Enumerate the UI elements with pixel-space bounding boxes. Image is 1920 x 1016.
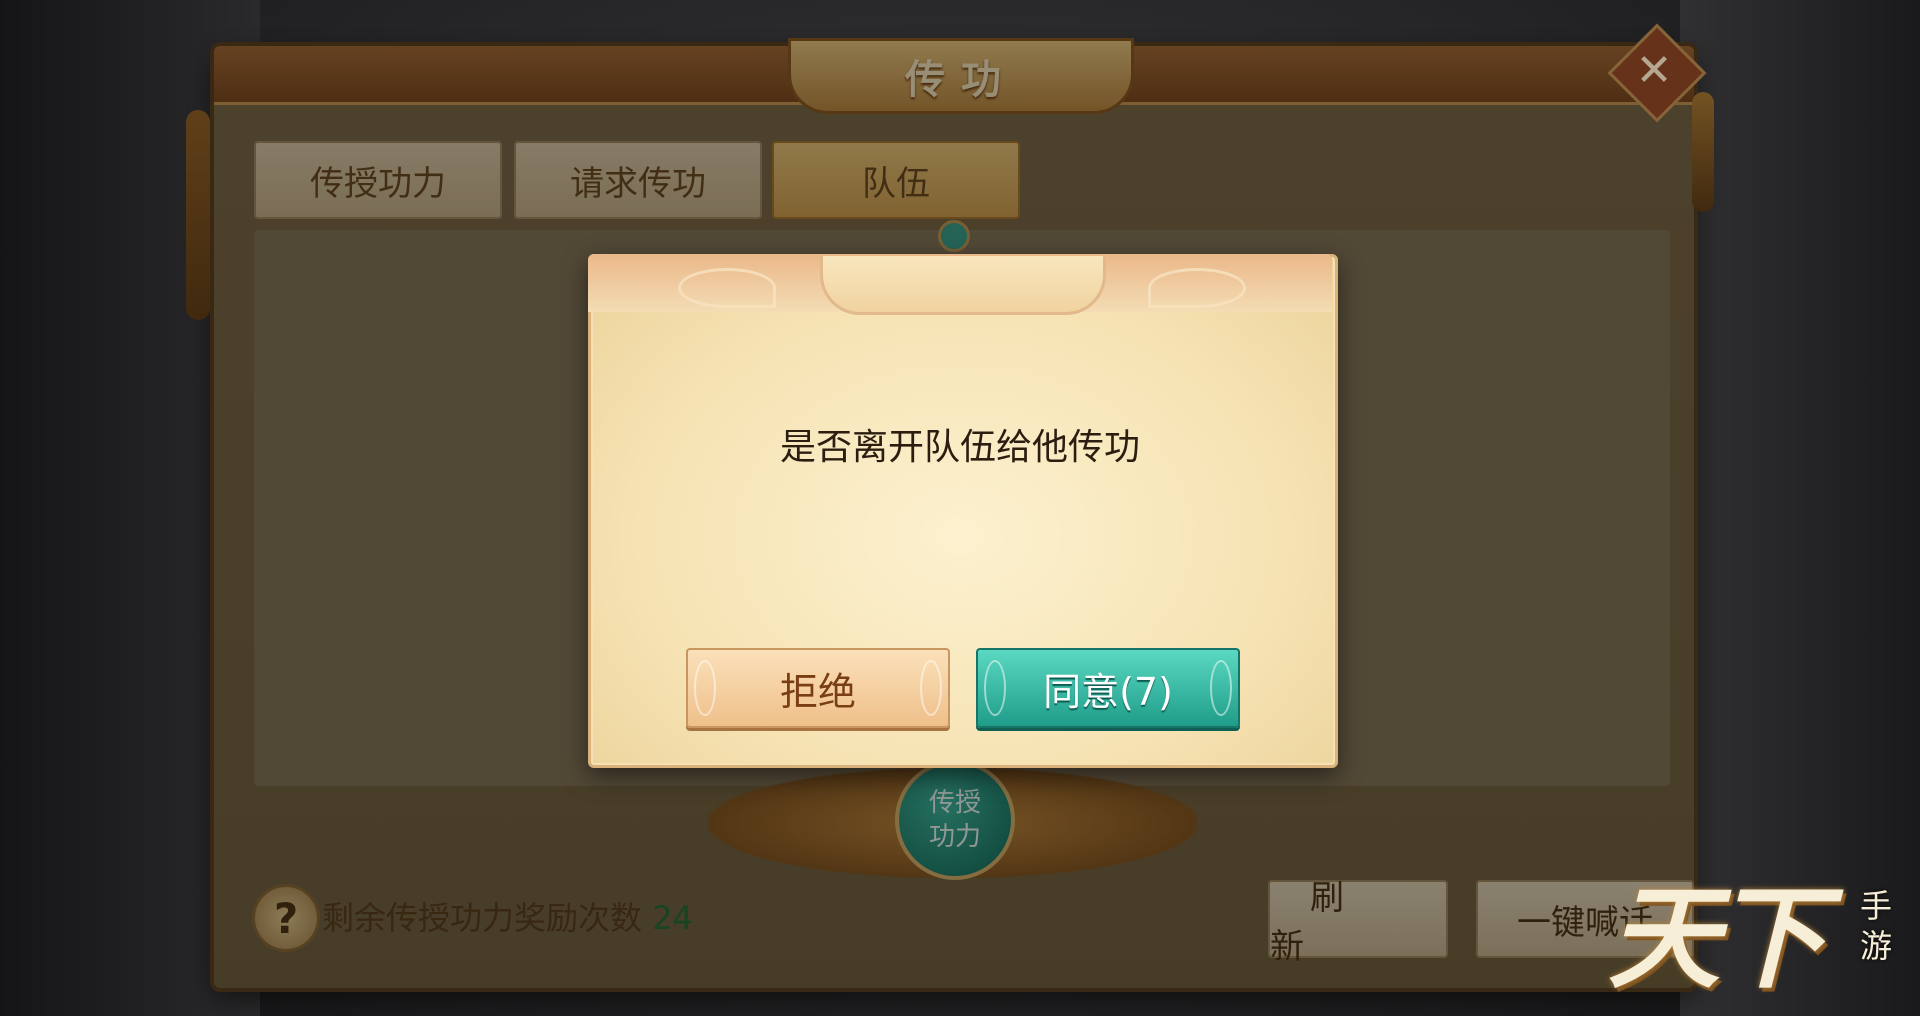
logo-main-text: 天下 (1608, 873, 1826, 1004)
dialog-title-plate (820, 256, 1106, 315)
cloud-ornament-left (678, 268, 776, 308)
reject-label: 拒绝 (779, 669, 856, 714)
button-ornament-left (694, 660, 716, 716)
dialog-message: 是否离开队伍给他传功 (779, 427, 1140, 468)
agree-label: 同意(7) (1043, 669, 1173, 714)
reject-button[interactable]: 拒绝 (686, 648, 950, 728)
button-ornament-left (984, 660, 1006, 716)
agree-button[interactable]: 同意(7) (976, 648, 1240, 728)
cloud-ornament-right (1148, 268, 1246, 308)
button-ornament-right (1210, 660, 1232, 716)
logo-sub-text: 手游 (1860, 887, 1893, 965)
game-logo: 天下 手游 (1608, 848, 1908, 1004)
button-ornament-right (920, 660, 942, 716)
